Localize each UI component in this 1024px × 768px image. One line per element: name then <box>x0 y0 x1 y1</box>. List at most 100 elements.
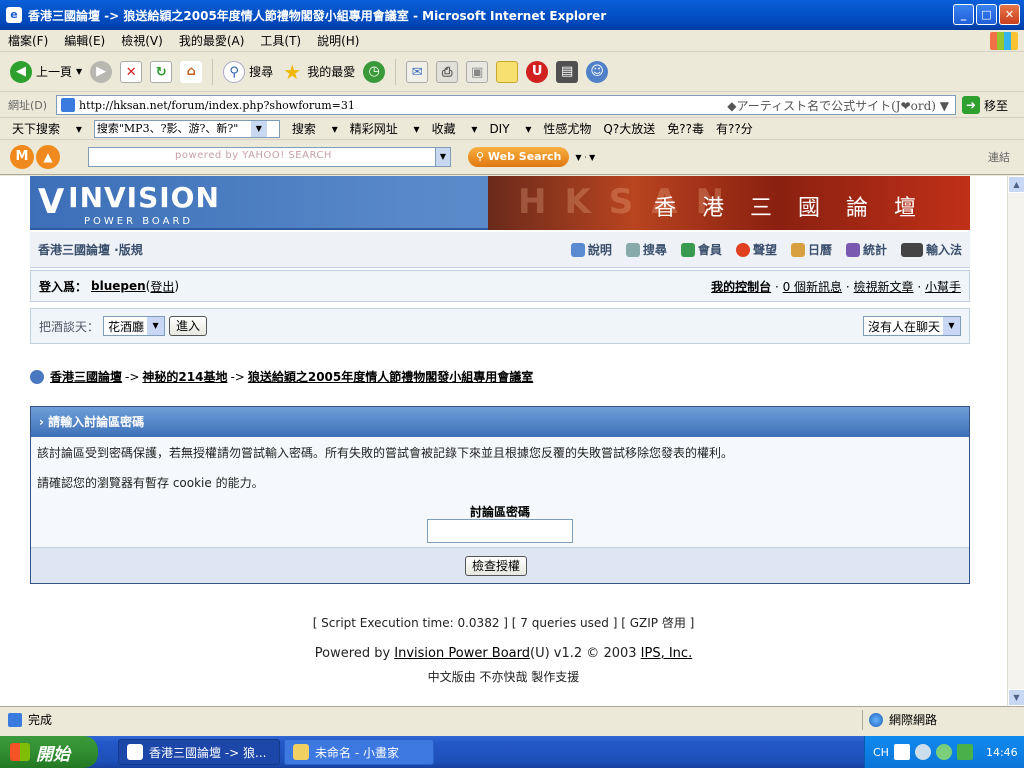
yahoo-toolbar: M ▲ powered by YAHOO! SEARCH ▼ ⚲ Web Sea… <box>0 139 1024 175</box>
panel-cookie-text: 請確認您的瀏覽器有暫存 cookie 的能力。 <box>37 476 264 490</box>
back-arrow-icon: ◀ <box>10 60 32 83</box>
username-link[interactable]: bluepen <box>91 279 146 293</box>
search-button[interactable]: ⚲ 搜尋 <box>223 60 273 83</box>
notes-icon[interactable] <box>496 60 519 83</box>
start-label: 開始 <box>36 744 70 765</box>
link-tianxia-search[interactable]: 天下搜索 ▾ <box>12 120 82 137</box>
yahoo-search-input[interactable]: powered by YAHOO! SEARCH ▼ <box>88 147 451 167</box>
forward-button[interactable]: ▶ <box>90 60 113 83</box>
nav-members[interactable]: 會員 <box>680 241 722 258</box>
menu-help[interactable]: 說明(H) <box>317 32 359 49</box>
back-button[interactable]: ◀ 上一頁 ▼ <box>10 60 82 83</box>
footer-powered: Powered by Invision Power Board(U) v1.2 … <box>314 646 693 661</box>
menu-edit[interactable]: 編輯(E) <box>64 32 105 49</box>
go-button[interactable]: ➜ 移至 <box>962 96 1008 114</box>
menu-bar: 檔案(F) 編輯(E) 檢視(V) 我的最愛(A) 工具(T) 說明(H) <box>0 30 1024 52</box>
link-collect[interactable]: 收藏 ▾ <box>432 120 478 137</box>
status-text: 完成 <box>28 713 53 727</box>
breadcrumb-base[interactable]: 神秘的214基地 <box>142 368 227 385</box>
window-titlebar: e 香港三國論壇 -> 狼送給穎之2005年度情人節禮物閣發小組專用會議室 - … <box>0 0 1024 30</box>
link-antivirus[interactable]: 免??毒 <box>667 120 704 137</box>
menu-tools[interactable]: 工具(T) <box>260 32 301 49</box>
clock[interactable]: 14:46 <box>986 746 1018 759</box>
address-input[interactable]: http://hksan.net/forum/index.php?showfor… <box>56 95 956 115</box>
ips-link[interactable]: IPS, Inc. <box>641 646 693 661</box>
tray-back-icon[interactable] <box>914 744 931 760</box>
favorites-button[interactable]: ★ 我的最愛 <box>281 61 355 83</box>
links-toolbar: 天下搜索 ▾ 搜索"MP3、?影、游?、新?" ▼ 搜索 ▾ 精彩网址 ▾ 收藏 … <box>0 117 1024 139</box>
nav-help[interactable]: 說明 <box>570 241 612 258</box>
task-ie[interactable]: 香港三國論壇 -> 狼... <box>118 739 280 765</box>
edit-icon[interactable]: ▣ <box>466 60 489 83</box>
network-icon[interactable] <box>935 744 952 760</box>
banner-title: 香港三國論壇 <box>653 196 942 221</box>
scroll-down-icon[interactable]: ▼ <box>1008 689 1024 706</box>
forum-nav: 香港三國論壇 ·版規 說明 搜尋 會員 聲望 日曆 統計 輸入法 <box>30 232 970 268</box>
messenger-u-icon[interactable]: U <box>526 60 549 83</box>
chat-strip: 把酒談天： 花酒廳 ▼ 進入 沒有人在聊天 ▼ <box>30 308 970 344</box>
helper-link[interactable]: 小幫手 <box>925 280 961 294</box>
links-search-combo[interactable]: 搜索"MP3、?影、游?、新?" ▼ <box>93 119 280 138</box>
maximize-button[interactable]: □ <box>976 4 997 25</box>
chevron-down-icon: ▼ <box>943 317 960 335</box>
breadcrumb-home[interactable]: 香港三國論壇 <box>50 368 122 385</box>
web-search-button[interactable]: ⚲ Web Search <box>468 147 570 167</box>
star-icon: ★ <box>283 59 302 84</box>
logout-link[interactable]: 登出 <box>150 278 174 295</box>
web-search-dropdown-icon[interactable]: ▼ · ▼ <box>575 153 595 162</box>
check-auth-button[interactable]: 檢查授權 <box>465 556 528 576</box>
link-sites[interactable]: 精彩网址 ▾ <box>350 120 420 137</box>
breadcrumb-room[interactable]: 狼送給穎之2005年度情人節禮物閣發小組專用會議室 <box>248 368 533 385</box>
link-qq[interactable]: Q?大放送 <box>603 120 655 137</box>
menu-file[interactable]: 檔案(F) <box>8 32 48 49</box>
research-icon[interactable]: ▤ <box>556 60 579 83</box>
invision-logo[interactable]: V INVISION POWER BOARD <box>38 184 220 228</box>
up-arrow-icon[interactable]: ▲ <box>36 145 60 169</box>
password-input[interactable] <box>427 519 573 543</box>
windows-flag-icon <box>10 743 30 761</box>
back-dropdown-icon[interactable]: ▼ <box>76 67 82 76</box>
yahoo-dropdown-icon[interactable]: ▼ <box>435 147 451 167</box>
m-logo-icon[interactable]: M <box>10 145 34 169</box>
stop-icon[interactable]: ✕ <box>120 60 143 83</box>
home-icon[interactable]: ⌂ <box>180 60 203 83</box>
ipb-link[interactable]: Invision Power Board <box>394 646 530 661</box>
history-icon[interactable]: ◷ <box>363 60 386 83</box>
link-search[interactable]: 搜索 ▾ <box>292 120 338 137</box>
start-button[interactable]: 開始 <box>0 736 98 768</box>
link-diy[interactable]: DIY ▾ <box>489 122 531 136</box>
yahoo-placeholder: powered by YAHOO! SEARCH <box>175 150 332 161</box>
tray-app-icon[interactable] <box>956 744 973 760</box>
contacts-icon[interactable]: ☺ <box>586 60 609 83</box>
ime-mode-icon[interactable] <box>893 744 910 760</box>
password-label: 討論區密碼 <box>469 505 530 519</box>
chat-enter-button[interactable]: 進入 <box>169 316 208 336</box>
nav-search[interactable]: 搜尋 <box>625 241 667 258</box>
minimize-button[interactable]: _ <box>953 4 974 25</box>
vertical-scrollbar[interactable]: ▲ ▼ <box>1007 176 1024 706</box>
close-button[interactable]: ✕ <box>999 4 1020 25</box>
refresh-icon[interactable]: ↻ <box>150 60 173 83</box>
print-icon[interactable]: ⎙ <box>436 60 459 83</box>
nav-ime[interactable]: 輸入法 <box>900 241 962 258</box>
nav-calendar[interactable]: 日曆 <box>790 241 832 258</box>
menu-favorites[interactable]: 我的最愛(A) <box>179 32 245 49</box>
mail-icon[interactable]: ✉ <box>406 60 429 83</box>
new-messages-link[interactable]: 0 個新訊息 <box>783 280 842 294</box>
task-paint[interactable]: 未命名 - 小畫家 <box>284 739 434 765</box>
new-posts-link[interactable]: 檢視新文章 <box>854 280 914 294</box>
scroll-up-icon[interactable]: ▲ <box>1008 176 1024 193</box>
control-panel-link[interactable]: 我的控制台 <box>711 280 771 294</box>
nav-stats[interactable]: 統計 <box>845 241 887 258</box>
chat-status-select[interactable]: 沒有人在聊天 ▼ <box>862 316 961 336</box>
yahoo-connect[interactable]: 連結 <box>988 149 1010 165</box>
nav-reputation[interactable]: 聲望 <box>735 241 777 258</box>
combo-dropdown-icon[interactable]: ▼ <box>250 120 267 137</box>
link-sexy[interactable]: 性感尤物 <box>543 120 591 137</box>
link-points[interactable]: 有??分 <box>716 120 753 137</box>
chat-room-select[interactable]: 花酒廳 ▼ <box>103 316 166 336</box>
footer-stats: [ Script Execution time: 0.0382 ] [ 7 qu… <box>312 616 695 630</box>
forum-nav-title[interactable]: 香港三國論壇 ·版規 <box>38 241 143 258</box>
menu-view[interactable]: 檢視(V) <box>121 32 163 49</box>
ime-indicator[interactable]: CH <box>873 746 889 759</box>
